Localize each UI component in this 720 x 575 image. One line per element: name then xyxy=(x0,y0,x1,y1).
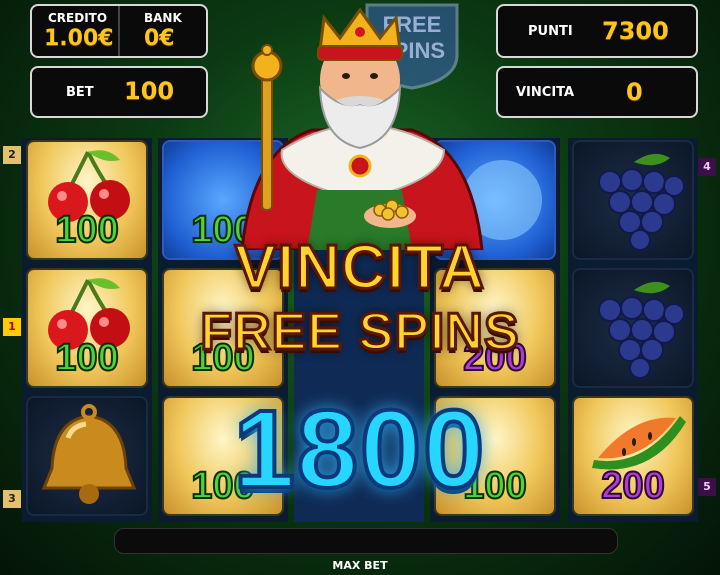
payline-marker: 4 xyxy=(698,158,716,176)
max-bet-button[interactable]: MAX BET xyxy=(0,559,720,572)
bet-label: BET xyxy=(66,85,94,100)
payline-marker: 2 xyxy=(3,146,21,164)
credito-value: 1.00€ xyxy=(44,26,114,51)
bet-panel[interactable]: BET 100 xyxy=(30,66,208,118)
credit-bank-panel: CREDITO 1.00€ BANK 0€ xyxy=(30,4,208,58)
win-title-line1: VINCITA xyxy=(233,232,486,304)
bank-label: BANK xyxy=(144,11,182,25)
credito-label: CREDITO xyxy=(48,11,108,25)
vincita-value: 0 xyxy=(626,78,643,106)
king-character xyxy=(240,7,484,250)
bet-value: 100 xyxy=(124,77,175,105)
vincita-label: VINCITA xyxy=(516,85,575,100)
win-title-line2: FREE SPINS xyxy=(199,302,520,363)
win-panel: VINCITA 0 xyxy=(496,66,698,118)
punti-label: PUNTI xyxy=(528,24,573,39)
free-spins-win-amount: 1800 xyxy=(232,386,487,513)
points-panel: PUNTI 7300 xyxy=(496,4,698,58)
punti-value: 7300 xyxy=(602,17,669,45)
status-bar xyxy=(114,528,618,554)
bank-value: 0€ xyxy=(144,26,175,51)
